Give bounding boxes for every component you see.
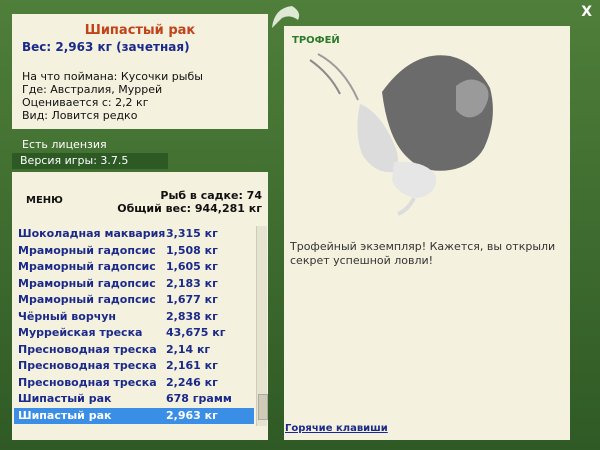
catch-item-name: Мраморный гадопсис [18, 260, 156, 273]
catch-item-weight: 43,675 кг [166, 326, 226, 339]
valued-info: Оценивается с: 2,2 кг [22, 96, 149, 109]
catch-list-item[interactable]: Пресноводная треска 2,246 кг [14, 375, 254, 392]
catch-list-item[interactable]: Мраморный гадопсис 2,183 кг [14, 276, 254, 293]
catch-list-item[interactable]: Пресноводная треска 2,14 кг [14, 342, 254, 359]
catch-list-scrollbar[interactable] [256, 226, 268, 426]
catch-item-name: Шипастый рак [18, 392, 112, 405]
catch-list-item[interactable]: Шипастый рак 678 грамм [14, 391, 254, 408]
game-version: Версия игры: 3.7.5 [12, 153, 168, 169]
catch-item-name: Чёрный ворчун [18, 309, 117, 323]
fish-name: Шипастый рак [84, 23, 196, 38]
close-button[interactable]: X [581, 4, 592, 20]
cage-stats: Рыб в садке: 74 Общий вес: 944,281 кг [117, 189, 262, 215]
catch-item-name: Муррейская треска [18, 326, 143, 339]
catch-list-item[interactable]: Муррейская треска 43,675 кг [14, 325, 254, 342]
rarity-info: Вид: Ловится редко [22, 109, 138, 122]
catch-item-weight: 2,838 кг [166, 309, 218, 323]
crayfish-image [309, 53, 493, 216]
catch-item-name: Мраморный гадопсис [18, 243, 156, 257]
cage-count: Рыб в садке: 74 [160, 189, 262, 202]
scrollbar-thumb[interactable] [258, 394, 268, 420]
catch-item-weight: 2,183 кг [166, 276, 218, 290]
catch-item-weight: 2,161 кг [166, 359, 218, 372]
location-info: Где: Австралия, Муррей [22, 83, 163, 96]
catch-item-name: Шоколадная маквария [18, 227, 166, 240]
catch-list-item[interactable]: Мраморный гадопсис 1,605 кг [14, 259, 254, 276]
catch-list-item[interactable]: Мраморный гадопсис 1,677 кг [14, 292, 254, 309]
catch-item-weight: 1,605 кг [166, 260, 218, 273]
cage-total-weight: Общий вес: 944,281 кг [117, 202, 262, 215]
catch-item-name: Пресноводная треска [18, 359, 157, 372]
fish-weight: Вес: 2,963 кг (зачетная) [22, 40, 190, 54]
catch-item-weight: 678 грамм [166, 392, 232, 405]
catch-item-weight: 1,508 кг [166, 243, 218, 257]
catch-item-weight: 3,315 кг [166, 227, 218, 240]
catch-item-name: Шипастый рак [18, 408, 112, 422]
trophy-caption: Трофейный экземпляр! Кажется, вы открыли… [290, 240, 556, 267]
catch-item-weight: 2,14 кг [166, 342, 211, 356]
hotkeys-link[interactable]: Горячие клавиши [285, 423, 388, 434]
catch-list[interactable]: Шоколадная маквария 3,315 кг Мраморный гад… [14, 226, 254, 424]
catch-list-item[interactable]: Пресноводная треска 2,161 кг [14, 358, 254, 375]
catch-list-item[interactable]: Шипастый рак 2,963 кг [14, 407, 254, 424]
license-status: Есть лицензия [22, 138, 107, 151]
catch-list-item[interactable]: Шоколадная маквария 3,315 кг [14, 226, 254, 243]
bait-info: На что поймана: Кусочки рыбы [22, 70, 203, 83]
catch-item-weight: 2,246 кг [166, 375, 218, 389]
catch-item-weight: 1,677 кг [166, 293, 218, 306]
catch-list-item[interactable]: Мраморный гадопсис 1,508 кг [14, 243, 254, 260]
menu-button[interactable]: МЕНЮ [26, 195, 63, 206]
catch-item-name: Мраморный гадопсис [18, 276, 156, 290]
catch-item-name: Пресноводная треска [18, 342, 157, 356]
catch-item-weight: 2,963 кг [166, 408, 218, 422]
catch-item-name: Мраморный гадопсис [18, 293, 156, 306]
catch-list-item[interactable]: Чёрный ворчун 2,838 кг [14, 309, 254, 326]
catch-item-name: Пресноводная треска [18, 375, 157, 389]
